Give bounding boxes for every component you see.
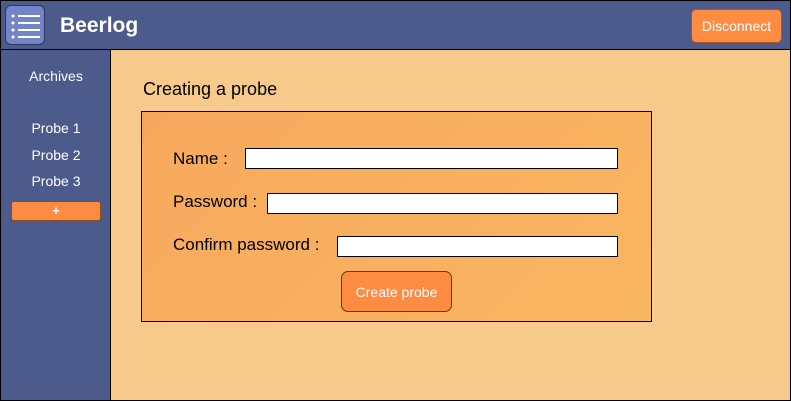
page-title: Creating a probe — [143, 79, 278, 99]
sidebar-item-probe-3[interactable]: Probe 3 — [1, 173, 111, 189]
add-probe-button[interactable]: + — [11, 201, 101, 221]
confirm-password-input[interactable] — [337, 236, 618, 257]
sidebar: Archives Probe 1 Probe 2 Probe 3 + — [1, 50, 111, 400]
name-input[interactable] — [245, 148, 618, 169]
sidebar-archives-label[interactable]: Archives — [1, 68, 111, 84]
header-bar: Beerlog Disconnect — [1, 1, 790, 50]
create-probe-form: Name : Password : Confirm password : Cre… — [141, 111, 652, 322]
list-menu-icon — [11, 14, 40, 39]
disconnect-button[interactable]: Disconnect — [691, 9, 782, 43]
menu-button[interactable] — [5, 5, 45, 45]
app-title: Beerlog — [60, 14, 139, 37]
confirm-password-label: Confirm password : — [173, 235, 320, 254]
create-probe-button[interactable]: Create probe — [341, 271, 452, 312]
password-input[interactable] — [267, 193, 618, 214]
app-window: Beerlog Disconnect Archives Probe 1 Prob… — [0, 0, 791, 401]
sidebar-item-probe-1[interactable]: Probe 1 — [1, 120, 111, 136]
password-label: Password : — [173, 192, 258, 211]
sidebar-item-probe-2[interactable]: Probe 2 — [1, 147, 111, 163]
name-label: Name : — [173, 149, 228, 168]
